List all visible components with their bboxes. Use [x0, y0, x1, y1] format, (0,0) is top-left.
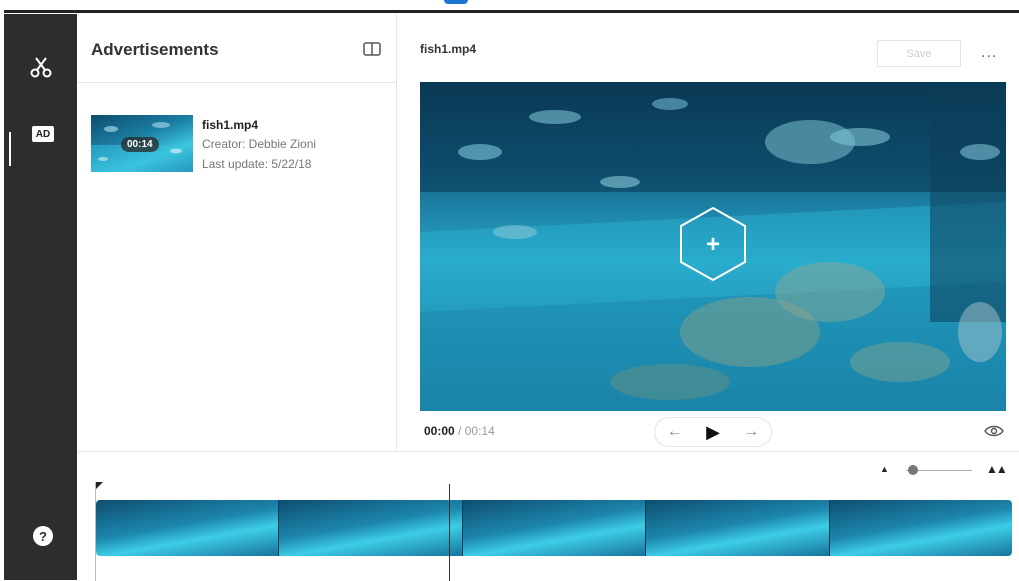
zoom-slider-knob[interactable] [907, 465, 918, 475]
duration-badge: 00:14 [121, 137, 159, 152]
filmstrip[interactable] [96, 500, 1012, 556]
next-frame-icon[interactable]: → [743, 423, 759, 441]
zoom-control: ▲ ▲▲ [880, 462, 1010, 478]
player-controls: 00:00 / 00:14 ← ▶ → [420, 417, 1006, 448]
filmstrip-frame [96, 500, 280, 556]
filmstrip-frame [829, 500, 1012, 556]
library-title: Advertisements [91, 40, 219, 59]
top-tab-fragment [444, 0, 468, 4]
play-icon[interactable]: ▶ [706, 422, 720, 443]
list-item[interactable]: 00:14 fish1.mp4 Creator: Debbie Zioni La… [91, 115, 391, 173]
timeline-panel: ▲ ▲▲ [77, 451, 1019, 581]
scissors-icon[interactable] [28, 54, 54, 80]
save-button[interactable]: Save [877, 40, 961, 67]
current-time: 00:00 [424, 424, 455, 438]
more-options-icon[interactable]: ... [981, 44, 997, 62]
editor-panel: fish1.mp4 Save ... + 00:00 / 00:14 ← ▶ → [397, 14, 1019, 450]
total-time: 00:14 [464, 424, 495, 438]
library-header: Advertisements [77, 14, 396, 83]
panel-toggle-icon[interactable] [363, 42, 381, 61]
asset-creator: Creator: Debbie Zioni [202, 137, 317, 151]
library-panel: Advertisements 00:14 fish1.mp4 Creator: … [77, 14, 397, 450]
time-display: 00:00 / 00:14 [424, 424, 495, 438]
help-icon[interactable]: ? [33, 526, 53, 546]
time-separator: / [458, 424, 462, 438]
asset-meta: fish1.mp4 Creator: Debbie Zioni Last upd… [202, 117, 316, 174]
add-hotspot-label: + [706, 231, 720, 258]
top-divider [4, 10, 1019, 13]
filmstrip-frame [462, 500, 647, 556]
ad-nav-icon[interactable]: AD [32, 126, 54, 142]
asset-name: fish1.mp4 [202, 118, 259, 132]
start-marker[interactable] [95, 482, 103, 490]
add-hotspot-icon[interactable]: + [678, 206, 748, 287]
video-preview[interactable]: + [420, 82, 1006, 411]
active-indicator [9, 132, 11, 166]
playback-buttons: ← ▶ → [654, 417, 772, 447]
filmstrip-frame [279, 500, 463, 556]
playhead[interactable] [449, 484, 450, 581]
zoom-out-icon[interactable]: ▲ [880, 464, 889, 474]
filmstrip-frame [646, 500, 830, 556]
asset-updated: Last update: 5/22/18 [202, 157, 312, 171]
zoom-in-icon[interactable]: ▲▲ [986, 462, 1008, 476]
editor-filename: fish1.mp4 [420, 42, 477, 56]
top-bar [0, 0, 1019, 14]
video-thumbnail[interactable]: 00:14 [91, 115, 193, 172]
side-rail: AD ? [4, 14, 77, 580]
eye-icon[interactable] [984, 424, 1004, 443]
prev-frame-icon[interactable]: ← [667, 423, 683, 441]
